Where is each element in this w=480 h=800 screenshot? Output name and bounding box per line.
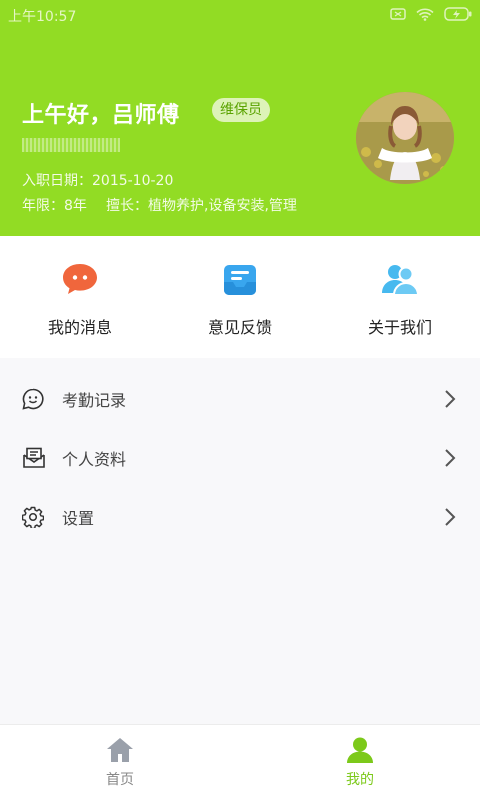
chat-bubble-icon xyxy=(63,264,97,294)
tab-me-label: 我的 xyxy=(346,772,374,788)
status-bar: 上午10:57 xyxy=(0,0,480,30)
about-us-label: 关于我们 xyxy=(367,318,432,337)
status-icons xyxy=(390,7,472,21)
menu-item-label: 考勤记录 xyxy=(62,391,127,410)
chevron-right-icon xyxy=(445,390,456,408)
wifi-icon xyxy=(416,8,434,21)
my-messages-label: 我的消息 xyxy=(47,318,112,337)
menu-item-attendance[interactable]: 考勤记录 xyxy=(0,372,480,431)
hire-date: 入职日期：2015-10-20 xyxy=(22,173,174,189)
sim-icon xyxy=(390,8,406,20)
menu-item-settings[interactable]: 设置 xyxy=(0,490,480,549)
settings-menu: 考勤记录 个人资料 设置 xyxy=(0,372,480,549)
bottom-navigation: 首页 我的 xyxy=(0,724,480,800)
tab-home-label: 首页 xyxy=(106,772,134,788)
envelope-icon xyxy=(23,447,45,468)
my-messages-button[interactable]: 我的消息 xyxy=(0,236,160,358)
masked-phone-number xyxy=(22,138,120,152)
profile-header: 上午10:57 上午好，吕师傅 维保员 入职日期：2015-10-20 年限：8… xyxy=(0,0,480,236)
people-icon xyxy=(382,265,419,296)
chevron-right-icon xyxy=(445,449,456,467)
battery-icon xyxy=(444,7,472,21)
skills: 擅长：植物养护,设备安装,管理 xyxy=(106,198,297,214)
feedback-button[interactable]: 意见反馈 xyxy=(160,236,320,358)
work-years: 年限：8年 xyxy=(22,198,87,214)
greeting-title: 上午好，吕师傅 xyxy=(22,103,180,128)
menu-item-label: 设置 xyxy=(62,509,95,528)
gear-icon xyxy=(22,506,44,528)
menu-item-profile[interactable]: 个人资料 xyxy=(0,431,480,490)
tab-me[interactable]: 我的 xyxy=(240,725,480,800)
avatar[interactable] xyxy=(356,92,454,184)
user-icon xyxy=(347,737,373,763)
role-badge: 维保员 xyxy=(212,98,270,122)
feedback-label: 意见反馈 xyxy=(207,318,272,337)
quick-actions-bar: 我的消息 意见反馈 关于我们 xyxy=(0,236,480,358)
status-time: 上午10:57 xyxy=(8,9,77,25)
tab-home[interactable]: 首页 xyxy=(0,725,240,800)
menu-item-label: 个人资料 xyxy=(62,450,127,469)
smiley-chat-icon xyxy=(22,388,44,410)
chevron-right-icon xyxy=(445,508,456,526)
about-us-button[interactable]: 关于我们 xyxy=(320,236,480,358)
feedback-icon xyxy=(224,265,256,295)
home-icon xyxy=(107,738,133,762)
